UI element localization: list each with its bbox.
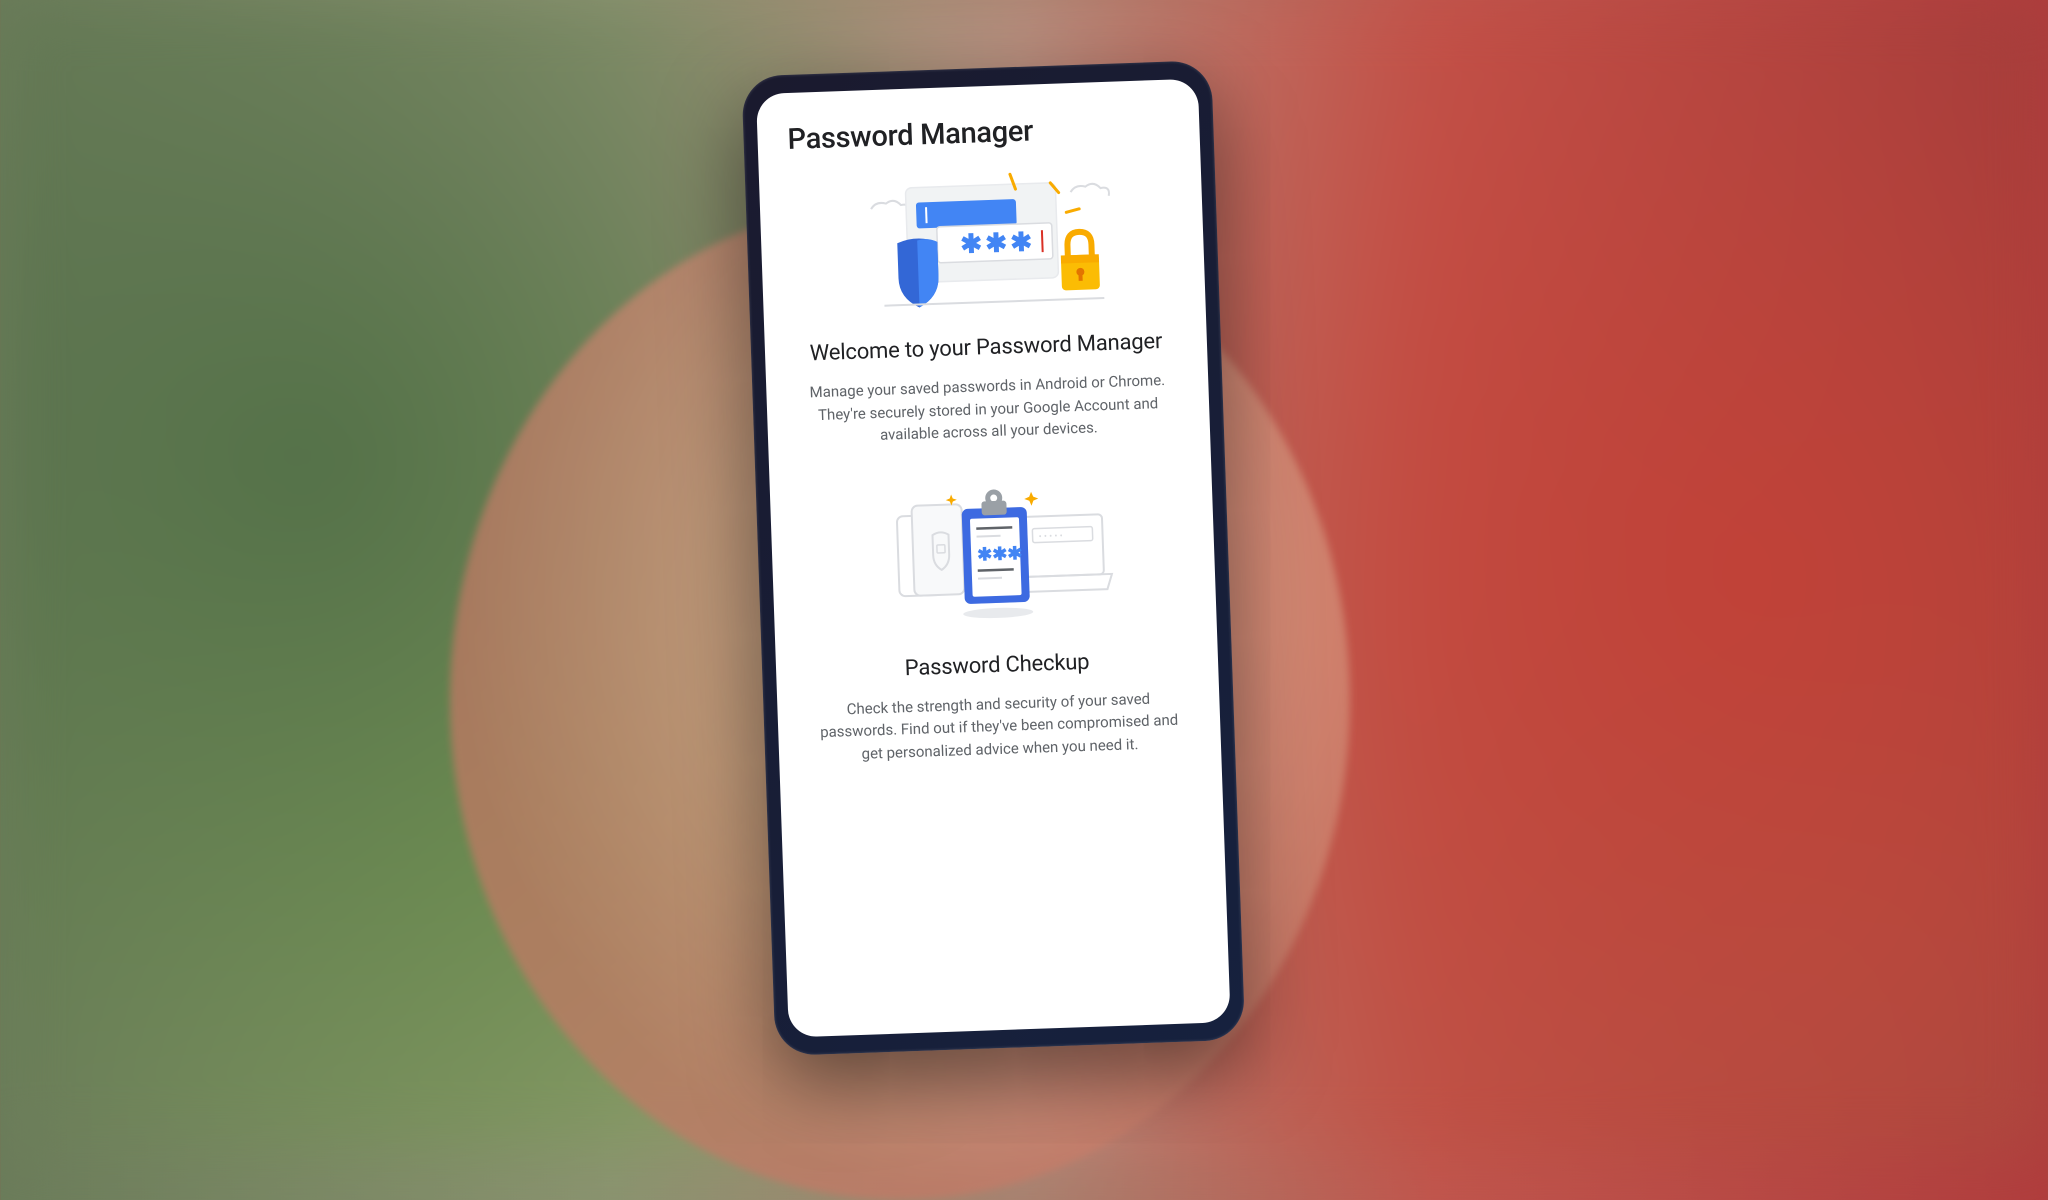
svg-text:✱: ✱ <box>960 229 983 260</box>
welcome-heading: Welcome to your Password Manager <box>795 328 1178 366</box>
checkup-heading: Password Checkup <box>806 645 1189 683</box>
welcome-body: Manage your saved passwords in Android o… <box>796 368 1180 449</box>
svg-text:✱✱✱: ✱✱✱ <box>977 542 1023 565</box>
password-manager-screen[interactable]: Password Manager ✱ ✱ ✱ <box>756 78 1231 1037</box>
page-title: Password Manager <box>787 109 1170 156</box>
welcome-illustration: ✱ ✱ ✱ <box>789 163 1176 316</box>
phone-device: Password Manager ✱ ✱ ✱ <box>741 60 1245 1056</box>
checkup-illustration: • • • • • ✱✱✱ <box>800 470 1187 633</box>
svg-text:✱: ✱ <box>985 228 1008 259</box>
checkup-body: Check the strength and security of your … <box>807 685 1191 766</box>
svg-text:• • • • •: • • • • • <box>1038 531 1062 542</box>
svg-text:✱: ✱ <box>1010 227 1033 258</box>
